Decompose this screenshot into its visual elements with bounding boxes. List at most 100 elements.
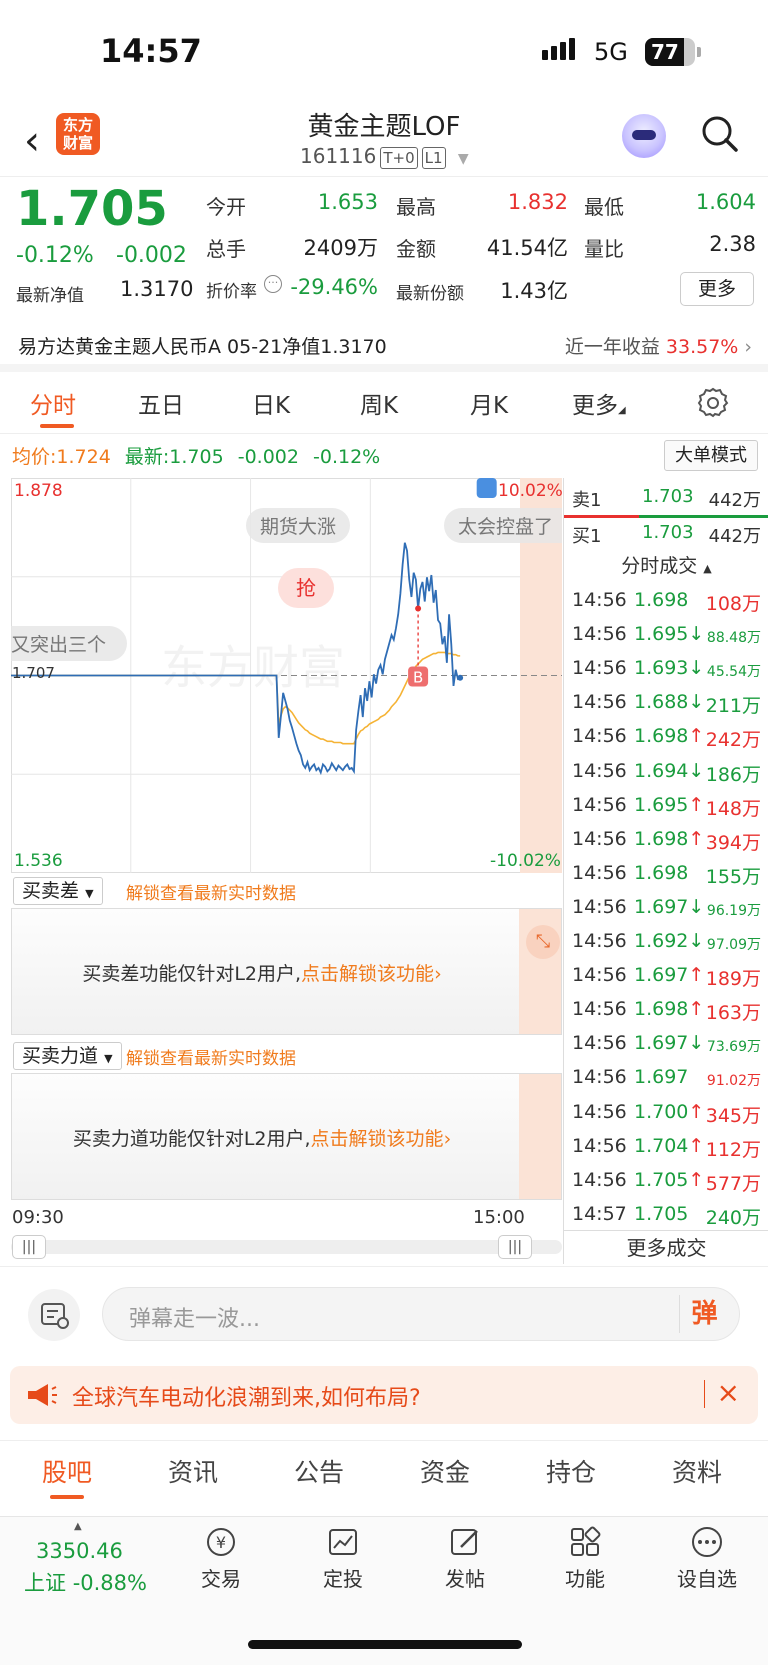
trade-row: 14:56 1.704↑ 112万 [564,1131,768,1165]
search-icon[interactable] [700,114,740,154]
unlock-link[interactable]: 点击解锁该功能 [311,1128,444,1150]
danmu-bubble[interactable]: 太会控盘了 [444,508,562,543]
tab-profile[interactable]: 资料 [672,1453,722,1489]
high-label: 最高 [396,195,436,219]
trade-amount: 240万 [705,1206,761,1229]
slider-handle-right[interactable]: ||| [498,1235,532,1259]
volume-value: 2409万 [303,236,378,260]
ratio-label: 量比 [584,237,624,261]
shares-label: 最新份额 [396,284,464,304]
last-price: 1.705 [16,181,168,237]
fund-info-row[interactable]: 易方达黄金主题人民币A 05-21净值1.3170 近一年收益 33.57% › [0,326,768,372]
tab-holdings[interactable]: 持仓 [546,1453,596,1489]
big-order-mode-button[interactable]: 大单模式 [664,440,758,471]
unlock-note[interactable]: 解锁查看最新实时数据 [126,879,296,904]
time-axis-start: 09:30 [12,1207,64,1228]
tab-intraday[interactable]: 分时 [30,386,76,420]
last-price-point [457,674,464,681]
spread-indicator-panel: 买卖差功能仅针对L2用户,点击解锁该功能› ⤡ [11,908,562,1035]
trade-row: 14:56 1.693↓ 45.54万 [564,653,768,687]
battery-icon: 77 [645,38,695,66]
more-trades-button[interactable]: 更多成交 [564,1230,768,1264]
trade-amount: 112万 [705,1138,761,1161]
tab-announcements[interactable]: 公告 [294,1453,344,1489]
unlock-link[interactable]: 点击解锁该功能 [301,963,434,985]
time-range-slider[interactable] [11,1240,562,1254]
danmu-bubble[interactable]: 又突出三个 [11,626,127,661]
edit-icon [451,1529,478,1555]
tab-fund-flow[interactable]: 资金 [420,1453,470,1489]
index-value[interactable]: 3350.46 [36,1539,123,1563]
tab-guba[interactable]: 股吧 [42,1453,92,1489]
post-button[interactable]: 发帖 [430,1525,500,1592]
tab-weekly-k[interactable]: 周K [360,386,398,420]
trade-price: 1.705 [634,1202,689,1225]
trade-row: 14:56 1.698↑ 163万 [564,994,768,1028]
trade-price: 1.698↑ [634,725,705,748]
amount-value: 41.54亿 [486,236,568,260]
change-percent: -0.12% [16,243,94,268]
force-indicator-panel: 买卖力道功能仅针对L2用户,点击解锁该功能› [11,1073,562,1200]
avg-price: 1.724 [56,446,111,468]
trades-title[interactable]: 分时成交 ▲ [564,551,768,578]
grab-button[interactable]: 抢 [278,568,334,608]
trade-price: 1.704↑ [634,1134,705,1157]
force-select[interactable]: 买卖力道 ▼ [13,1042,122,1070]
trade-amount: 155万 [705,865,761,888]
auto-invest-button[interactable]: 定投 [308,1525,378,1592]
trade-amount: 73.69万 [706,1039,761,1056]
force-lock-message: 买卖力道功能仅针对L2用户,点击解锁该功能› [72,1128,452,1150]
tab-news[interactable]: 资讯 [168,1453,218,1489]
trade-row: 14:56 1.697↑ 189万 [564,960,768,994]
trade-price: 1.698↑ [634,998,705,1021]
tab-more[interactable]: 更多◢ [572,386,626,420]
open-value: 1.653 [317,190,378,214]
trade-row: 14:56 1.698↑ 394万 [564,824,768,858]
news-headline[interactable]: 全球汽车电动化浪潮到来,如何布局? [72,1380,421,1412]
add-watchlist-button[interactable]: 设自选 [672,1525,742,1592]
trade-price: 1.697 [634,1066,689,1089]
danmu-bubble[interactable]: 期货大涨 [246,508,351,543]
tab-daily-k[interactable]: 日K [252,386,290,420]
discount-label: 折价率 [206,282,257,302]
trade-time: 14:56 [572,657,627,680]
close-icon[interactable]: × [717,1376,740,1409]
news-banner[interactable]: 全球汽车电动化浪潮到来,如何布局? × [10,1366,758,1424]
sell-marker-label: S [482,478,492,482]
comment-settings-icon[interactable] [28,1289,80,1341]
buy-marker-label: B [413,669,423,687]
danmu-input[interactable]: 弹幕走一波... 弹 [102,1287,740,1341]
index-name-change[interactable]: 上证 -0.88% [24,1567,147,1597]
trade-time: 14:56 [572,1032,627,1055]
trade-price: 1.697↑ [634,964,705,987]
bid-1-row: 买1 1.703 442万 [572,522,761,547]
unlock-note[interactable]: 解锁查看最新实时数据 [126,1044,296,1069]
nav-value: 1.3170 [120,277,194,301]
gear-icon[interactable] [697,386,729,418]
more-button[interactable]: 更多 [680,272,754,306]
y-axis-top: 1.878 [14,481,63,501]
spread-select[interactable]: 买卖差 ▼ [13,877,103,905]
trade-row: 14:56 1.688↓ 211万 [564,687,768,721]
trade-amount: 345万 [705,1104,761,1127]
trade-price: 1.705↑ [634,1168,705,1191]
average-price-row: 均价:1.724 最新:1.705 -0.002 -0.12% [12,446,381,468]
expand-icon[interactable]: ⤡ [526,925,560,959]
trade-row: 14:56 1.692↓ 97.09万 [564,926,768,960]
fund-code[interactable]: 161116 T+0 L1 ▼ [300,144,469,169]
tab-monthly-k[interactable]: 月K [470,386,508,420]
functions-button[interactable]: 功能 [550,1525,620,1592]
chart-tabs: 分时 五日 日K 周K 月K 更多◢ [0,380,768,434]
chevron-down-icon: ▼ [457,151,469,167]
slider-handle-left[interactable]: ||| [12,1235,46,1259]
tab-five-day[interactable]: 五日 [138,386,184,420]
header: ‹ 东方 财富 黄金主题LOF 161116 T+0 L1 ▼ [0,100,768,175]
network-type: 5G [594,38,628,66]
trade-button[interactable]: ¥ 交易 [186,1525,256,1592]
trade-amount: 45.54万 [706,664,761,681]
trade-time: 14:56 [572,1066,627,1089]
trade-time: 14:56 [572,861,627,884]
expand-up-icon[interactable]: ▲ [74,1521,82,1532]
danmu-toggle-button[interactable]: 弹 [679,1295,729,1333]
robot-assistant-icon[interactable] [622,114,666,158]
